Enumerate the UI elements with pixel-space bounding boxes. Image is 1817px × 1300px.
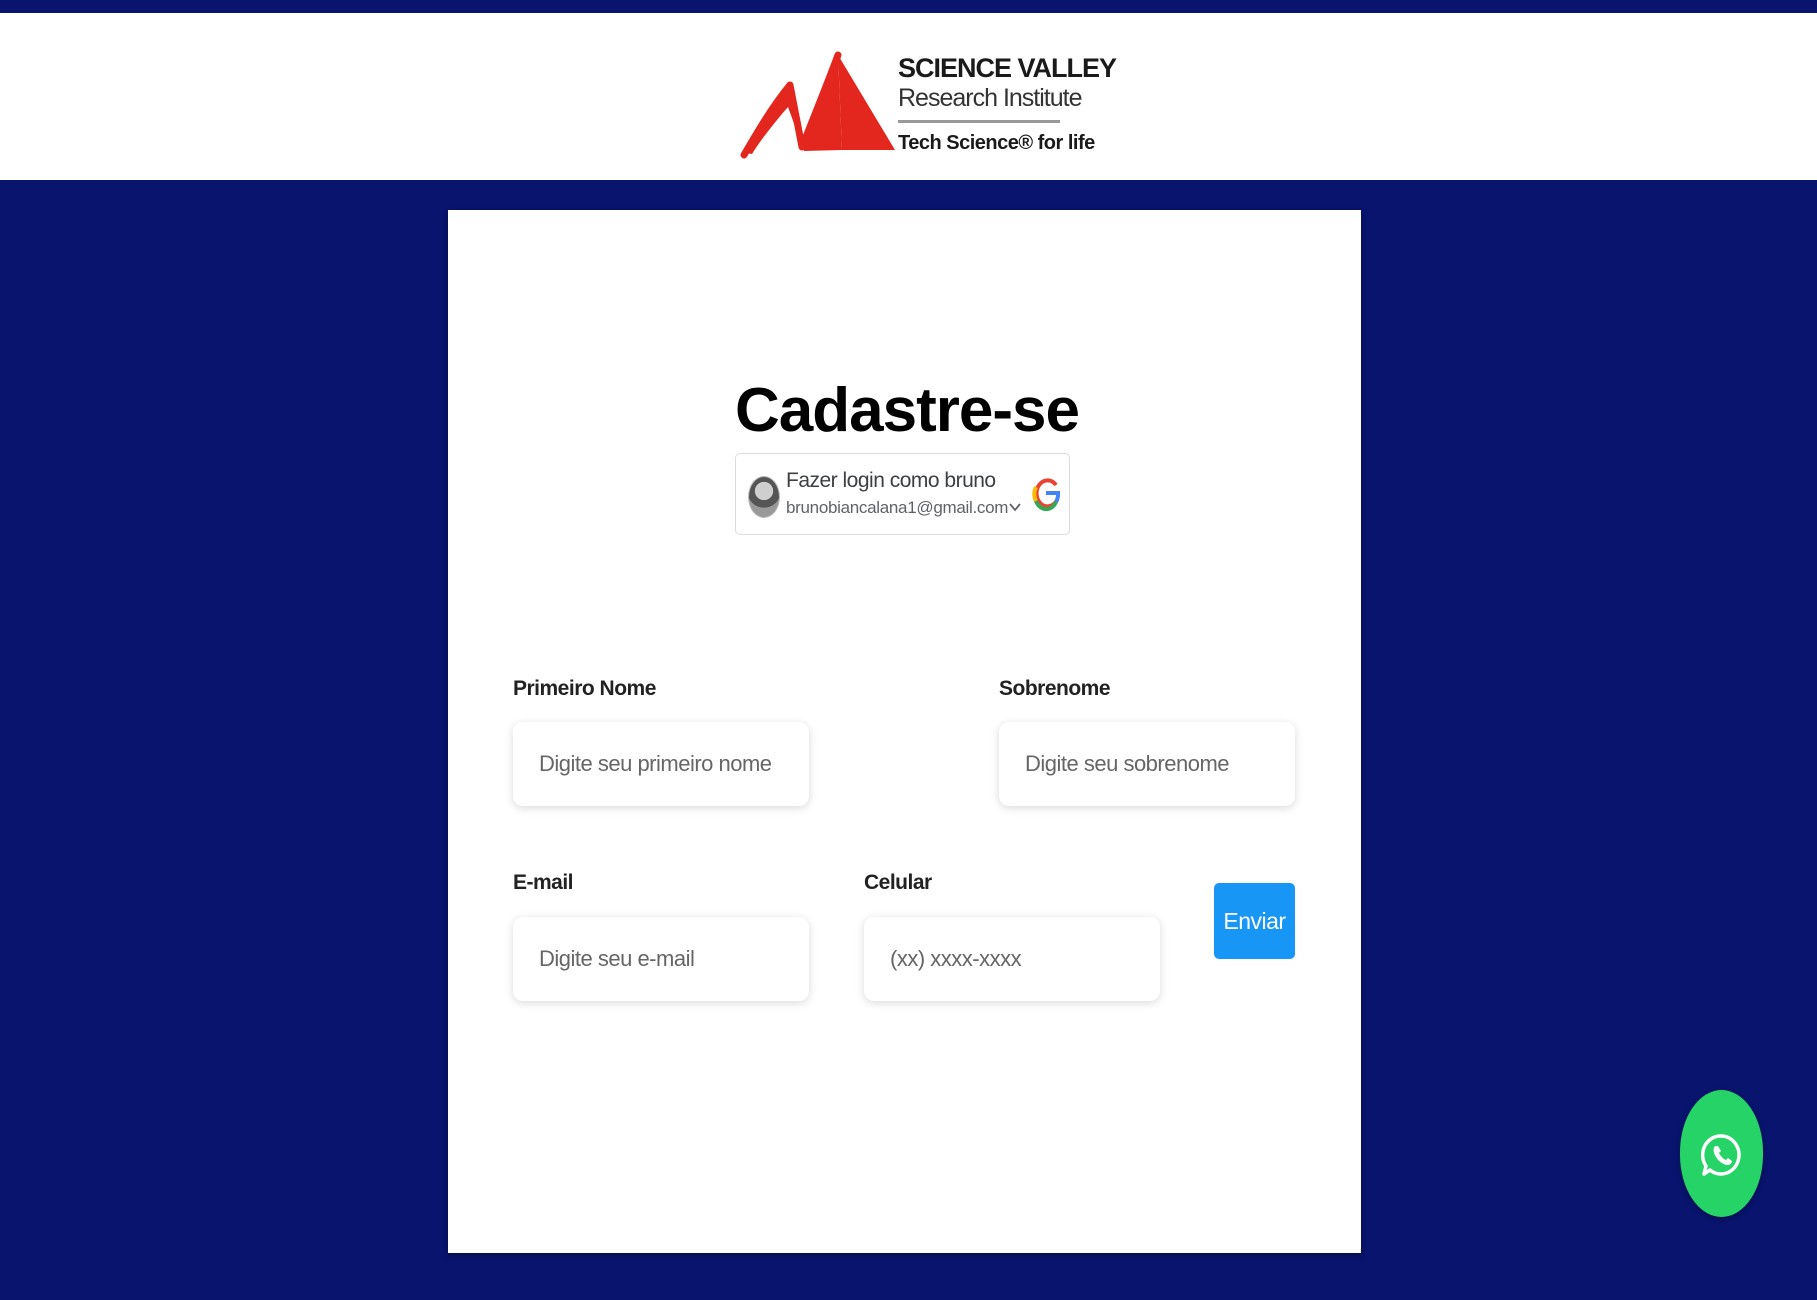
top-strip <box>0 0 1817 13</box>
last-name-input[interactable] <box>999 722 1295 806</box>
science-valley-logo[interactable]: SCIENCE VALLEY Research Institute Tech S… <box>740 35 1117 165</box>
google-account-email: brunobiancalana1@gmail.com <box>786 498 1009 517</box>
whatsapp-button[interactable] <box>1680 1090 1763 1217</box>
chevron-down-icon[interactable] <box>1009 498 1021 518</box>
page-title: Cadastre-se <box>735 376 1080 445</box>
first-name-label: Primeiro Nome <box>513 677 656 700</box>
whatsapp-icon <box>1701 1134 1741 1176</box>
email-input[interactable] <box>513 917 809 1001</box>
logo-mark-icon <box>740 51 895 159</box>
signup-card: Cadastre-se Fazer login como bruno bruno… <box>448 210 1361 1253</box>
site-header: SCIENCE VALLEY Research Institute Tech S… <box>0 13 1817 180</box>
google-icon <box>1032 478 1060 512</box>
email-label: E-mail <box>513 871 574 894</box>
google-signin-button[interactable]: Fazer login como bruno brunobiancalana1@… <box>735 453 1070 535</box>
submit-button[interactable]: Enviar <box>1214 883 1295 959</box>
phone-input[interactable] <box>864 917 1160 1001</box>
phone-label: Celular <box>864 871 932 894</box>
logo-name: SCIENCE VALLEY <box>898 53 1117 83</box>
user-avatar <box>748 476 780 518</box>
last-name-label: Sobrenome <box>999 677 1111 700</box>
google-account-name: Fazer login como bruno <box>786 469 996 492</box>
first-name-input[interactable] <box>513 722 809 806</box>
logo-tagline: Tech Science® for life <box>898 132 1095 154</box>
logo-divider <box>898 120 1060 123</box>
logo-text: SCIENCE VALLEY Research Institute Tech S… <box>898 53 1117 155</box>
logo-subtitle: Research Institute <box>898 84 1083 112</box>
